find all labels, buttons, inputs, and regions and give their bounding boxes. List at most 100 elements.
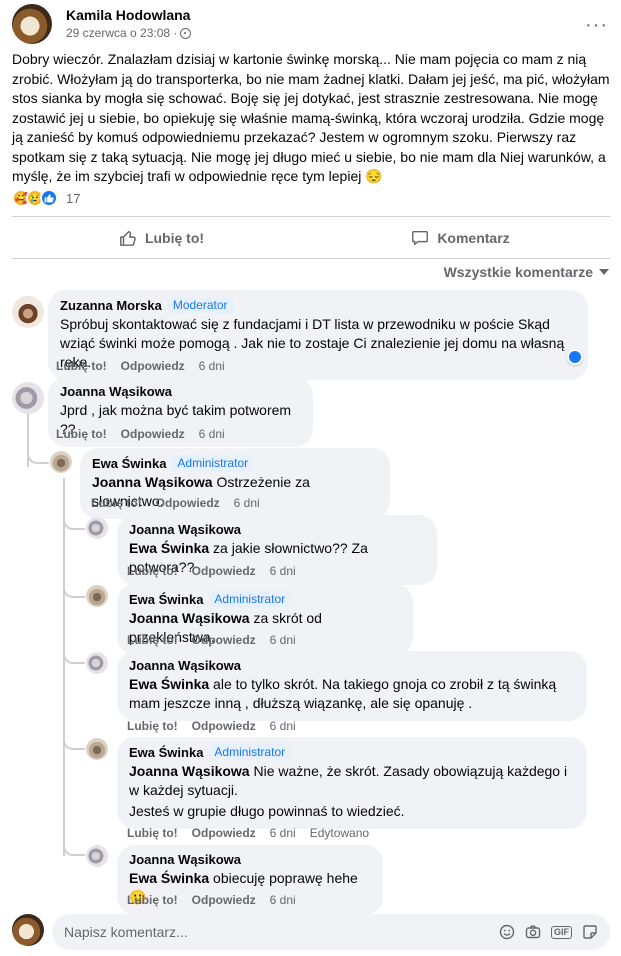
- comment-button[interactable]: Komentarz: [311, 222, 610, 254]
- comment-icon: [412, 230, 429, 246]
- comment-like-button[interactable]: Lubię to!: [127, 826, 178, 840]
- globe-icon: [180, 27, 192, 39]
- role-badge: Moderator: [167, 297, 233, 313]
- thread-connector: [27, 440, 49, 464]
- comment-reply-button[interactable]: Odpowiedz: [121, 427, 185, 441]
- more-icon[interactable]: ···: [585, 14, 608, 37]
- comment-reply-button[interactable]: Odpowiedz: [192, 826, 256, 840]
- divider: [12, 216, 610, 217]
- like-reaction-icon: [40, 189, 58, 207]
- comment-sort-dropdown[interactable]: Wszystkie komentarze: [444, 264, 609, 280]
- comment-author[interactable]: Joanna Wąsikowa: [129, 852, 241, 867]
- comment-time[interactable]: 6 dni: [270, 564, 296, 578]
- comment-input-placeholder: Napisz komentarz...: [64, 924, 188, 940]
- comment-author[interactable]: Joanna Wąsikowa: [129, 522, 241, 537]
- divider: [12, 258, 610, 259]
- comment-author[interactable]: Joanna Wąsikowa: [60, 384, 172, 399]
- mention[interactable]: Ewa Świnka: [129, 870, 209, 886]
- comment-like-button[interactable]: Lubię to!: [127, 719, 178, 733]
- comment-text: Ewa Świnka ale to tylko skrót. Na takieg…: [129, 675, 575, 713]
- composer-tools: GIF: [499, 924, 598, 940]
- like-button[interactable]: Lubię to!: [12, 222, 311, 254]
- comment-author[interactable]: Ewa Świnka: [92, 456, 166, 471]
- comment-time[interactable]: 6 dni: [234, 496, 260, 510]
- comment-reply-button[interactable]: Odpowiedz: [156, 496, 220, 510]
- mention[interactable]: Joanna Wąsikowa: [129, 763, 250, 779]
- comment-actions: Lubię to! Odpowiedz 6 dni Edytowano: [127, 825, 369, 841]
- comment-like-button[interactable]: Lubię to!: [127, 893, 178, 907]
- gif-icon[interactable]: GIF: [551, 925, 572, 939]
- sort-label: Wszystkie komentarze: [443, 264, 593, 280]
- comment-reply-button[interactable]: Odpowiedz: [192, 564, 256, 578]
- mention[interactable]: Ewa Świnka: [129, 540, 209, 556]
- comment-like-button[interactable]: Lubię to!: [56, 427, 107, 441]
- comment-reply-button[interactable]: Odpowiedz: [121, 359, 185, 373]
- comment-time[interactable]: 6 dni: [270, 826, 296, 840]
- post-author[interactable]: Kamila Hodowlana: [66, 7, 190, 23]
- thread-connector: [63, 512, 85, 530]
- thread-connector: [63, 734, 85, 750]
- thread-connector: [63, 840, 85, 856]
- avatar[interactable]: [12, 296, 44, 328]
- avatar[interactable]: [86, 517, 108, 539]
- thumbs-up-icon: [120, 230, 136, 246]
- mention[interactable]: Ewa Świnka: [129, 676, 209, 692]
- comment-label: Komentarz: [437, 230, 510, 246]
- mention[interactable]: Joanna Wąsikowa: [92, 474, 213, 490]
- comment-actions: Lubię to! Odpowiedz 6 dni: [127, 718, 296, 734]
- post-actions: Lubię to! Komentarz: [12, 222, 610, 254]
- comment-like-button[interactable]: Lubię to!: [56, 359, 107, 373]
- comment-like-button[interactable]: Lubię to!: [127, 633, 178, 647]
- comment-actions: Lubię to! Odpowiedz 6 dni: [127, 892, 296, 908]
- post-date[interactable]: 29 czerwca o 23:08 ·: [66, 26, 177, 40]
- comment-author[interactable]: Zuzanna Morska: [60, 298, 162, 313]
- comment-like-button[interactable]: Lubię to!: [127, 564, 178, 578]
- comment-actions: Lubię to! Odpowiedz 6 dni: [127, 632, 296, 648]
- avatar[interactable]: [86, 738, 108, 760]
- comment-time[interactable]: 6 dni: [270, 719, 296, 733]
- comment-text-line: Jesteś w grupie długo powinnaś to wiedzi…: [129, 803, 405, 819]
- avatar[interactable]: [12, 382, 44, 414]
- avatar[interactable]: [12, 914, 44, 946]
- post-header: Kamila Hodowlana 29 czerwca o 23:08 · ··…: [12, 4, 612, 44]
- thread-connector: [63, 582, 85, 598]
- reactions-summary[interactable]: 🥰 😢 17: [12, 188, 80, 208]
- comment-reply-button[interactable]: Odpowiedz: [192, 633, 256, 647]
- like-reaction-icon[interactable]: [567, 349, 583, 365]
- thread-line: [63, 478, 65, 856]
- comment-time[interactable]: 6 dni: [199, 359, 225, 373]
- comment-like-button[interactable]: Lubię to!: [91, 496, 142, 510]
- comment-author[interactable]: Ewa Świnka: [129, 745, 203, 760]
- comment-input[interactable]: Napisz komentarz... GIF: [52, 914, 610, 950]
- reaction-count: 17: [66, 190, 81, 206]
- emoji-icon[interactable]: [499, 924, 515, 940]
- comment-time[interactable]: 6 dni: [270, 893, 296, 907]
- thread-connector: [63, 648, 85, 664]
- role-badge: Administrator: [209, 591, 291, 607]
- avatar[interactable]: [86, 652, 108, 674]
- comment-time[interactable]: 6 dni: [270, 633, 296, 647]
- comment-author[interactable]: Ewa Świnka: [129, 592, 203, 607]
- comment-reply-button[interactable]: Odpowiedz: [192, 719, 256, 733]
- post-text: Dobry wieczór. Znalazłam dzisiaj w karto…: [12, 51, 610, 184]
- comment-reply-button[interactable]: Odpowiedz: [192, 893, 256, 907]
- mention[interactable]: Joanna Wąsikowa: [129, 610, 250, 626]
- comment-actions: Lubię to! Odpowiedz 6 dni: [91, 495, 260, 511]
- camera-icon[interactable]: [525, 924, 541, 940]
- post-meta: 29 czerwca o 23:08 ·: [66, 26, 192, 40]
- comment-time[interactable]: 6 dni: [199, 427, 225, 441]
- comment-author[interactable]: Joanna Wąsikowa: [129, 658, 241, 673]
- avatar[interactable]: [86, 585, 108, 607]
- author-avatar[interactable]: [12, 4, 52, 44]
- sticker-icon[interactable]: [582, 924, 598, 940]
- avatar[interactable]: [86, 845, 108, 867]
- chevron-down-icon: [599, 269, 609, 275]
- edited-label[interactable]: Edytowano: [310, 826, 369, 840]
- comment-actions: Lubię to! Odpowiedz 6 dni: [56, 358, 225, 374]
- comment-bubble: Ewa Świnka Administrator Joanna Wąsikowa …: [117, 737, 587, 829]
- avatar[interactable]: [50, 451, 72, 473]
- role-badge: Administrator: [209, 744, 291, 760]
- role-badge: Administrator: [172, 455, 254, 471]
- like-label: Lubię to!: [144, 230, 205, 246]
- comment-bubble: Joanna Wąsikowa Ewa Świnka ale to tylko …: [117, 651, 587, 721]
